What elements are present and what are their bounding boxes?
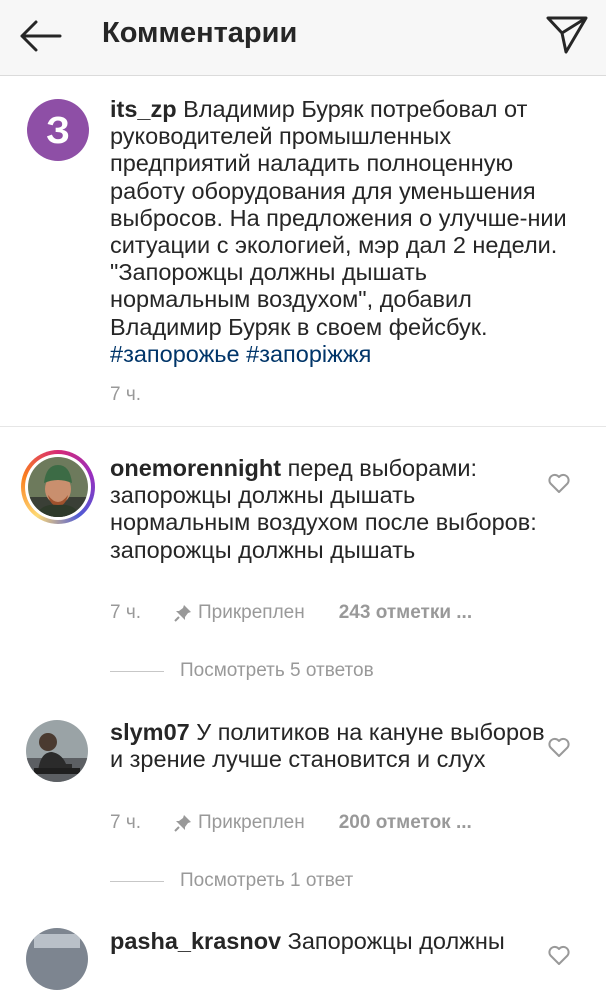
heart-icon <box>548 473 570 493</box>
view-replies-button[interactable]: Посмотреть 1 ответ <box>110 867 353 895</box>
avatar-letter: З <box>46 110 70 152</box>
caption-timestamp: 7 ч. <box>110 384 142 405</box>
page-title: Комментарии <box>102 17 298 49</box>
comment-meta: 7 ч. Прикреплен 200 отметок ... <box>110 810 472 836</box>
comment-username[interactable]: slym07 <box>110 719 190 745</box>
view-replies-button[interactable]: Посмотреть 5 ответов <box>110 657 374 685</box>
avatar[interactable] <box>26 720 88 782</box>
avatar[interactable] <box>26 928 88 990</box>
likes-count[interactable]: 200 отметок ... <box>339 812 472 834</box>
view-replies-label: Посмотреть 5 ответов <box>180 660 374 681</box>
caption-text-block: its_zp Владимир Буряк потребовал от руко… <box>110 96 570 368</box>
avatar[interactable] <box>21 450 95 524</box>
comment-timestamp: 7 ч. <box>110 602 142 623</box>
pinned-label: Прикреплен <box>198 812 305 833</box>
caption-text: Владимир Буряк потребовал от руководител… <box>110 96 567 340</box>
like-button[interactable] <box>546 734 572 760</box>
comment-text-block: pasha_krasnov Запорожцы должны <box>110 928 550 955</box>
pin-icon <box>174 815 191 832</box>
replies-divider <box>110 670 164 672</box>
pinned-indicator: Прикреплен <box>174 602 305 624</box>
comment-timestamp: 7 ч. <box>110 812 142 833</box>
user-photo-icon <box>26 928 88 990</box>
like-button[interactable] <box>546 942 572 968</box>
caption-username[interactable]: its_zp <box>110 96 177 122</box>
likes-count[interactable]: 243 отметки ... <box>339 602 472 624</box>
heart-icon <box>548 737 570 757</box>
post-caption: З its_zp Владимир Буряк потребовал от ру… <box>0 76 606 427</box>
user-photo-icon <box>28 457 88 517</box>
share-button[interactable] <box>540 10 592 58</box>
like-button[interactable] <box>546 470 572 496</box>
back-arrow-icon <box>20 20 62 52</box>
comment-username[interactable]: pasha_krasnov <box>110 928 281 954</box>
replies-divider <box>110 880 164 882</box>
heart-icon <box>548 945 570 965</box>
comment-text-block: onemorennight перед выборами: запорожцы … <box>110 455 550 564</box>
back-button[interactable] <box>14 16 66 56</box>
pin-icon <box>174 605 191 622</box>
send-icon <box>546 16 588 54</box>
pinned-label: Прикреплен <box>198 602 305 623</box>
pinned-indicator: Прикреплен <box>174 812 305 834</box>
avatar[interactable]: З <box>27 99 89 166</box>
header-bar: Комментарии <box>0 0 606 76</box>
comment-meta: 7 ч. Прикреплен 243 отметки ... <box>110 600 472 626</box>
user-photo-icon <box>26 720 88 782</box>
view-replies-label: Посмотреть 1 ответ <box>180 870 354 891</box>
comment-username[interactable]: onemorennight <box>110 455 281 481</box>
comment-text-block: slym07 У политиков на кануне выборов и з… <box>110 719 550 773</box>
caption-hashtags[interactable]: #запорожье #запоріжжя <box>110 341 371 367</box>
comment-text: Запорожцы должны <box>287 928 505 954</box>
